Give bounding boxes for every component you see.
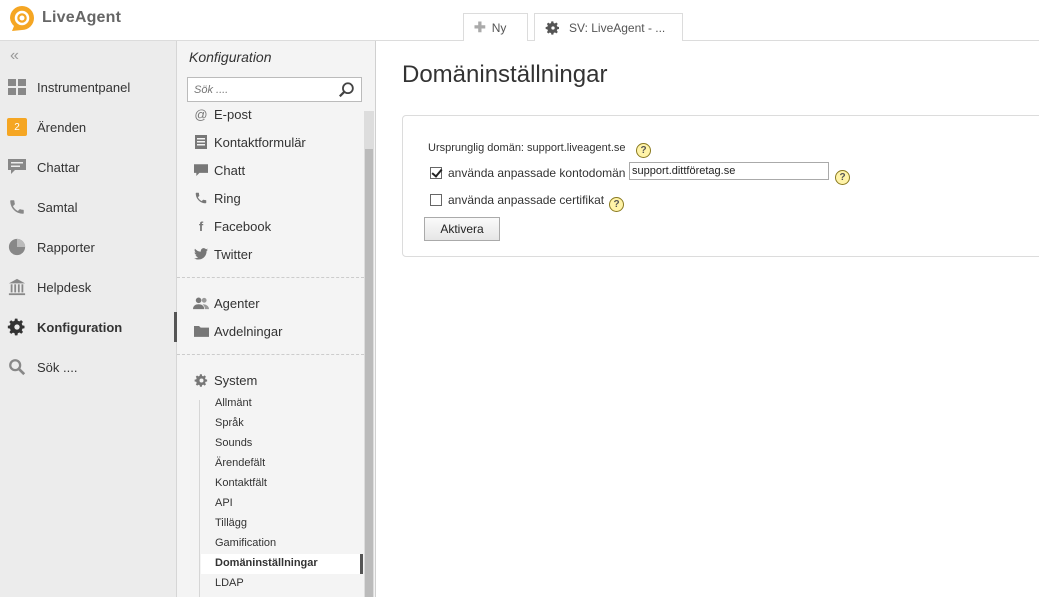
- form-icon: [193, 134, 209, 150]
- gear-icon: [7, 317, 27, 337]
- config-item-label: Twitter: [214, 246, 253, 262]
- phone-icon: [7, 197, 27, 217]
- app-name: LiveAgent: [42, 9, 122, 26]
- config-item-chat[interactable]: Chatt: [193, 162, 245, 178]
- system-item-general[interactable]: Allmänt: [215, 397, 252, 409]
- activate-button[interactable]: Aktivera: [424, 217, 500, 241]
- pie-chart-icon: [7, 237, 27, 257]
- help-icon[interactable]: ?: [636, 143, 651, 158]
- gear-icon: [545, 20, 559, 35]
- sidebar-item-configuration[interactable]: Konfiguration: [0, 307, 177, 347]
- config-item-label: Agenter: [214, 295, 260, 311]
- tab-new[interactable]: ✚ Ny: [463, 13, 528, 41]
- sidebar-item-label: Konfiguration: [37, 319, 123, 335]
- config-item-label: Kontaktformulär: [214, 134, 306, 150]
- chat-icon: [193, 162, 209, 178]
- sidebar-item-label: Helpdesk: [37, 279, 92, 295]
- liveagent-logo[interactable]: LiveAgent: [6, 4, 121, 32]
- custom-domain-label: använda anpassade kontodomän: [448, 166, 626, 180]
- config-item-agents[interactable]: Agenter: [193, 295, 260, 311]
- liveagent-logo-icon: [6, 4, 38, 32]
- chat-icon: [7, 157, 27, 177]
- tree-line: [199, 400, 200, 597]
- custom-domain-checkbox[interactable]: [430, 167, 442, 179]
- config-item-twitter[interactable]: Twitter: [193, 246, 252, 262]
- search-icon: [7, 357, 27, 377]
- custom-cert-label: använda anpassade certifikat: [448, 193, 605, 207]
- divider: [177, 354, 364, 355]
- original-domain-text: Ursprunglig domän: support.liveagent.se: [428, 142, 626, 154]
- custom-cert-checkbox[interactable]: [430, 194, 442, 206]
- sidebar-item-calls[interactable]: Samtal: [0, 187, 177, 227]
- help-icon[interactable]: ?: [609, 197, 624, 212]
- gear-icon: [193, 372, 209, 388]
- divider: [177, 277, 364, 278]
- main-sidebar: « Instrumentpanel 2 Ärenden Chattar Samt…: [0, 41, 177, 597]
- custom-domain-input[interactable]: [629, 162, 829, 180]
- agents-icon: [193, 295, 209, 311]
- panel-scrollbar[interactable]: [364, 111, 374, 597]
- configuration-panel: Konfiguration @ E-post Kontaktformulär C…: [177, 41, 376, 597]
- custom-domain-row: använda anpassade kontodomän: [430, 166, 625, 180]
- config-item-system[interactable]: System: [193, 372, 257, 388]
- sidebar-item-dashboard[interactable]: Instrumentpanel: [0, 67, 177, 107]
- system-item-sounds[interactable]: Sounds: [215, 437, 252, 449]
- facebook-icon: f: [198, 218, 204, 234]
- system-item-api[interactable]: API: [215, 497, 233, 509]
- custom-cert-row: använda anpassade certifikat: [430, 193, 604, 207]
- config-item-label: Ring: [214, 190, 241, 206]
- system-item-contact-fields[interactable]: Kontaktfält: [215, 477, 267, 489]
- sidebar-item-label: Instrumentpanel: [37, 79, 131, 95]
- system-item-plugins[interactable]: Tillägg: [215, 517, 247, 529]
- config-item-label: Avdelningar: [214, 323, 283, 339]
- config-item-email[interactable]: @ E-post: [193, 106, 252, 122]
- sidebar-item-tickets[interactable]: 2 Ärenden: [0, 107, 177, 147]
- plus-icon: ✚: [474, 19, 486, 35]
- search-icon[interactable]: [338, 81, 356, 99]
- sidebar-item-search[interactable]: Sök ....: [0, 347, 177, 387]
- sidebar-item-label: Chattar: [37, 159, 80, 175]
- config-item-label: Facebook: [214, 218, 272, 234]
- main-content: Domäninställningar Ursprunglig domän: su…: [377, 41, 1039, 597]
- system-item-gamification[interactable]: Gamification: [215, 537, 276, 549]
- system-item-ldap[interactable]: LDAP: [215, 577, 244, 589]
- sidebar-item-reports[interactable]: Rapporter: [0, 227, 177, 267]
- system-item-ticket-fields[interactable]: Ärendefält: [215, 457, 265, 469]
- config-item-label: Chatt: [214, 162, 246, 178]
- system-item-domain-settings[interactable]: Domäninställningar: [215, 557, 318, 569]
- at-icon: @: [194, 106, 208, 122]
- folder-icon: [193, 323, 209, 339]
- tickets-badge: 2: [7, 117, 27, 137]
- tab-new-label: Ny: [491, 20, 507, 35]
- helpdesk-icon: [7, 277, 27, 297]
- sidebar-item-label: Sök ....: [37, 359, 78, 375]
- config-search: [187, 77, 362, 102]
- phone-icon: [193, 190, 209, 206]
- page-title: Domäninställningar: [402, 61, 608, 88]
- sidebar-item-label: Ärenden: [37, 119, 87, 135]
- panel-title: Konfiguration: [189, 49, 272, 65]
- config-item-call[interactable]: Ring: [193, 190, 241, 206]
- scrollbar-thumb[interactable]: [365, 149, 373, 597]
- tab-ticket[interactable]: SV: LiveAgent - ...: [534, 13, 683, 41]
- system-item-language[interactable]: Språk: [215, 417, 244, 429]
- domain-settings-card: Ursprunglig domän: support.liveagent.se …: [402, 115, 1039, 257]
- active-item-indicator: [360, 554, 363, 574]
- config-item-contact-form[interactable]: Kontaktformulär: [193, 134, 306, 150]
- dashboard-icon: [7, 77, 27, 97]
- sidebar-item-label: Samtal: [37, 199, 78, 215]
- config-search-input[interactable]: [188, 78, 328, 101]
- help-icon[interactable]: ?: [835, 170, 850, 185]
- tab-ticket-label: SV: LiveAgent - ...: [569, 20, 666, 35]
- twitter-icon: [193, 246, 209, 262]
- top-bar: LiveAgent ✚ Ny SV: LiveAgent - ...: [0, 0, 1039, 41]
- sidebar-item-helpdesk[interactable]: Helpdesk: [0, 267, 177, 307]
- sidebar-item-chats[interactable]: Chattar: [0, 147, 177, 187]
- config-item-departments[interactable]: Avdelningar: [193, 323, 282, 339]
- config-item-label: System: [214, 372, 258, 388]
- sidebar-item-label: Rapporter: [37, 239, 95, 255]
- collapse-sidebar-icon[interactable]: «: [10, 47, 19, 65]
- config-item-facebook[interactable]: f Facebook: [193, 218, 271, 234]
- config-item-label: E-post: [214, 106, 252, 122]
